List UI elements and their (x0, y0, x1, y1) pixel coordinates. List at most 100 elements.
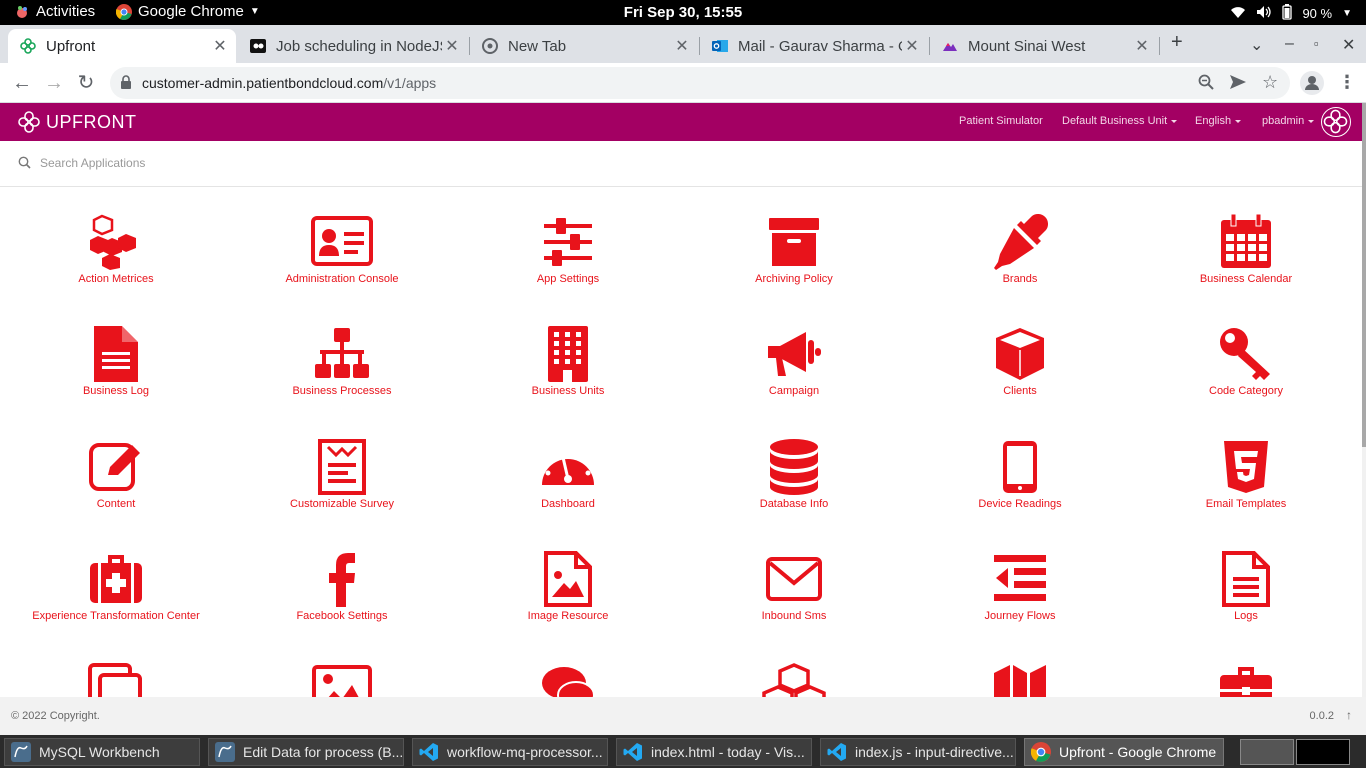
image-icon (312, 665, 372, 697)
language-dropdown[interactable]: English (1195, 115, 1242, 127)
app-administration-console[interactable]: Administration Console (242, 214, 442, 285)
system-tray[interactable]: 90 % ▼ (1230, 4, 1352, 23)
app-action-metrices[interactable]: Action Metrices (16, 214, 216, 285)
minimize-button[interactable]: – (1285, 35, 1294, 53)
app-business-log[interactable]: Business Log (16, 326, 216, 397)
taskbar-item-chrome[interactable]: Upfront - Google Chrome (1024, 738, 1224, 766)
profile-icon[interactable] (1300, 71, 1324, 95)
app-archiving-policy[interactable]: Archiving Policy (694, 214, 894, 285)
app-row5-5[interactable] (920, 663, 1120, 697)
new-tab-button[interactable]: + (1171, 31, 1183, 54)
taskbar-item-mysql-workbench[interactable]: MySQL Workbench (4, 738, 200, 766)
tab-upfront[interactable]: Upfront ✕ (8, 29, 236, 63)
tab-new-tab[interactable]: New Tab ✕ (470, 29, 698, 63)
taskbar-item-workflow-mq[interactable]: workflow-mq-processor... (412, 738, 608, 766)
upfront-logo[interactable]: UPFRONT (18, 111, 137, 133)
tab-search-button[interactable]: ⌄ (1250, 35, 1263, 55)
maximize-button[interactable]: ▫ (1314, 36, 1319, 51)
tab-mount-sinai[interactable]: Mount Sinai West ✕ (930, 29, 1158, 63)
app-device-readings[interactable]: Device Readings (920, 439, 1120, 510)
app-facebook-settings[interactable]: Facebook Settings (242, 551, 442, 622)
close-icon[interactable]: ✕ (902, 36, 922, 56)
dashboard-icon (542, 446, 594, 485)
app-business-units[interactable]: Business Units (468, 326, 668, 397)
app-image-resource[interactable]: Image Resource (468, 551, 668, 622)
tab-job-scheduling[interactable]: Job scheduling in NodeJS ✕ (238, 29, 468, 63)
chevron-down-icon: ▼ (249, 6, 260, 17)
lock-icon[interactable] (120, 75, 132, 94)
activities-button[interactable]: Activities (14, 3, 95, 20)
app-label: Device Readings (978, 498, 1062, 510)
app-email-templates[interactable]: Email Templates (1146, 439, 1346, 510)
taskbar-item-index-js[interactable]: index.js - input-directive... (820, 738, 1016, 766)
app-business-processes[interactable]: Business Processes (242, 326, 442, 397)
taskbar-item-edit-data[interactable]: Edit Data for process (B... (208, 738, 404, 766)
user-dropdown[interactable]: pbadmin (1262, 115, 1315, 127)
patient-simulator-link[interactable]: Patient Simulator (959, 115, 1043, 127)
app-logs[interactable]: Logs (1146, 551, 1346, 622)
zoom-icon[interactable] (1198, 74, 1214, 95)
app-row5-2[interactable] (242, 663, 442, 697)
app-label: Inbound Sms (761, 610, 827, 622)
vscode-icon (419, 743, 438, 761)
app-customizable-survey[interactable]: Customizable Survey (242, 439, 442, 510)
more-menu-icon[interactable]: ⋮ (1338, 72, 1356, 93)
url-text[interactable]: customer-admin.patientbondcloud.com/v1/a… (142, 75, 436, 91)
address-bar[interactable]: customer-admin.patientbondcloud.com/v1/a… (110, 67, 1290, 99)
app-experience-transformation-center[interactable]: Experience Transformation Center (16, 551, 216, 622)
close-icon[interactable]: ✕ (442, 36, 462, 56)
search-input[interactable] (40, 152, 640, 174)
tab-label: New Tab (508, 37, 567, 55)
close-icon[interactable]: ✕ (210, 36, 230, 56)
page-footer: © 2022 Copyright. 0.0.2 ↑ (0, 697, 1366, 735)
comments-icon (542, 667, 595, 697)
medkit-icon (90, 555, 142, 603)
bullhorn-icon (768, 332, 821, 376)
app-row5-1[interactable] (16, 663, 216, 697)
back-button[interactable]: ← (10, 71, 34, 95)
app-business-calendar[interactable]: Business Calendar (1146, 214, 1346, 285)
close-icon[interactable]: ✕ (1132, 36, 1152, 56)
app-row5-3[interactable] (468, 663, 668, 697)
caret-down-icon (1171, 119, 1178, 123)
app-content[interactable]: Content (16, 439, 216, 510)
app-dashboard[interactable]: Dashboard (468, 439, 668, 510)
page-scrollbar-thumb[interactable] (1362, 103, 1366, 447)
reload-button[interactable]: ↻ (74, 71, 98, 95)
scroll-top-icon[interactable]: ↑ (1346, 708, 1352, 722)
caret-down-icon (1308, 119, 1315, 123)
star-icon[interactable]: ☆ (1262, 72, 1278, 93)
forward-button[interactable]: → (42, 71, 66, 95)
app-menu[interactable]: Google Chrome ▼ (116, 3, 260, 20)
business-unit-dropdown[interactable]: Default Business Unit (1062, 115, 1178, 127)
battery-percent: 90 % (1302, 6, 1333, 21)
tab-mail[interactable]: Mail - Gaurav Sharma - O ✕ (700, 29, 928, 63)
app-row5-4[interactable] (694, 663, 894, 697)
app-journey-flows[interactable]: Journey Flows (920, 551, 1120, 622)
edit-icon (89, 443, 140, 491)
app-database-info[interactable]: Database Info (694, 439, 894, 510)
taskbar: MySQL Workbench Edit Data for process (B… (0, 735, 1366, 768)
avatar[interactable] (1321, 107, 1351, 137)
app-app-settings[interactable]: App Settings (468, 214, 668, 285)
app-row5-6[interactable] (1146, 663, 1346, 697)
database-icon (770, 439, 818, 495)
vscode-icon (623, 743, 642, 761)
close-window-button[interactable]: ✕ (1342, 35, 1355, 55)
app-code-category[interactable]: Code Category (1146, 326, 1346, 397)
app-inbound-sms[interactable]: Inbound Sms (694, 551, 894, 622)
app-clients[interactable]: Clients (920, 326, 1120, 397)
workspace-1[interactable] (1240, 739, 1294, 765)
workspace-2[interactable] (1296, 739, 1350, 765)
app-label: Facebook Settings (296, 610, 388, 622)
app-label: App Settings (536, 273, 600, 285)
send-icon[interactable] (1230, 75, 1246, 94)
app-label: Administration Console (285, 273, 399, 285)
app-campaign[interactable]: Campaign (694, 326, 894, 397)
taskbar-label: Edit Data for process (B... (243, 744, 404, 760)
taskbar-item-index-html[interactable]: index.html - today - Vis... (616, 738, 812, 766)
app-label: Archiving Policy (755, 273, 833, 285)
app-brands[interactable]: Brands (920, 214, 1120, 285)
file-lines-icon (1222, 551, 1270, 607)
close-icon[interactable]: ✕ (672, 36, 692, 56)
